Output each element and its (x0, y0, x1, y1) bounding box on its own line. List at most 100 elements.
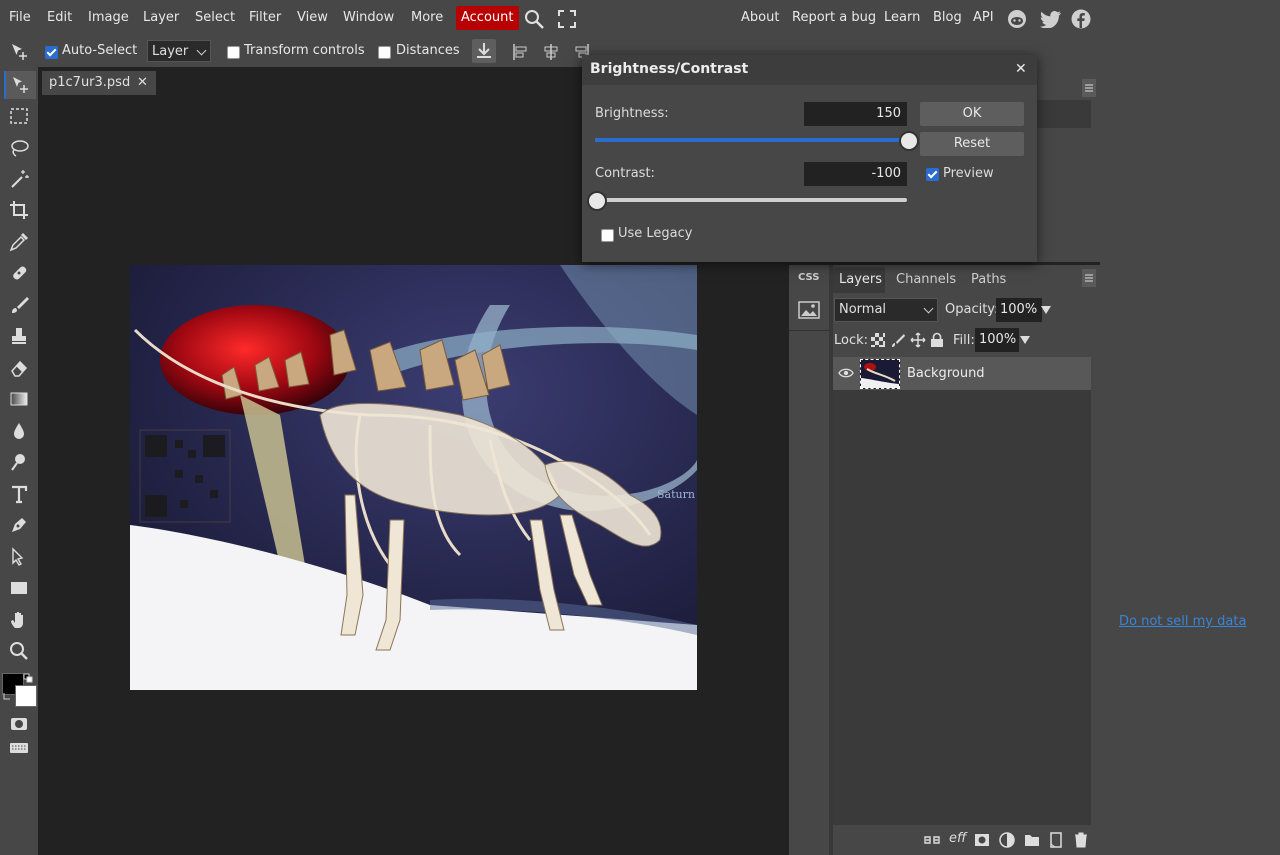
blend-mode-select[interactable]: Normal (834, 298, 938, 322)
dialog-close-icon[interactable]: ✕ (1015, 61, 1027, 77)
reddit-icon[interactable] (1007, 9, 1027, 29)
facebook-icon[interactable] (1071, 9, 1091, 29)
layers-panel-menu-icon[interactable] (1082, 269, 1096, 287)
layer-effects-icon[interactable]: eff (949, 831, 966, 846)
reset-colors-icon[interactable] (2, 691, 14, 703)
new-layer-icon[interactable] (1048, 832, 1064, 848)
bandage-icon (13, 266, 27, 280)
zoom-tool[interactable] (4, 637, 34, 665)
ok-button[interactable]: OK (920, 102, 1024, 126)
healing-brush-tool[interactable] (4, 259, 34, 287)
preview-checkbox[interactable] (926, 168, 939, 181)
visibility-eye-icon[interactable] (838, 367, 854, 379)
crop-tool[interactable] (4, 196, 34, 224)
brightness-slider-track[interactable] (595, 138, 907, 142)
fill-dropdown-icon[interactable] (1020, 335, 1030, 345)
link-learn[interactable]: Learn (884, 10, 920, 25)
reset-button[interactable]: Reset (920, 132, 1024, 156)
twitter-icon[interactable] (1040, 10, 1062, 28)
align-left-icon[interactable] (512, 43, 530, 61)
account-button[interactable]: Account (456, 6, 519, 30)
opacity-input[interactable]: 100% (996, 298, 1042, 322)
menu-image[interactable]: Image (88, 10, 129, 25)
auto-select-target-select[interactable]: Layer (147, 40, 211, 62)
hand-tool[interactable] (4, 606, 34, 634)
distances-label: Distances (396, 43, 460, 58)
menu-more[interactable]: More (411, 10, 443, 25)
menu-view[interactable]: View (297, 10, 328, 25)
blur-tool[interactable] (4, 417, 34, 445)
swap-colors-icon[interactable] (22, 672, 34, 684)
transform-controls-checkbox[interactable] (227, 46, 240, 59)
menu-window[interactable]: Window (343, 10, 394, 25)
path-select-tool[interactable] (4, 543, 34, 571)
eraser-tool[interactable] (4, 354, 34, 382)
clone-stamp-tool[interactable] (4, 322, 34, 350)
canvas-image[interactable]: Saturn (130, 265, 697, 690)
do-not-sell-link[interactable]: Do not sell my data (1119, 614, 1246, 629)
align-center-icon[interactable] (542, 43, 560, 61)
gradient-tool[interactable] (4, 385, 34, 413)
saturn-label: Saturn (657, 488, 695, 501)
lock-transparency-icon[interactable] (871, 333, 885, 347)
link-api[interactable]: API (973, 10, 994, 25)
menu-file[interactable]: File (9, 10, 31, 25)
link-about[interactable]: About (741, 10, 779, 25)
tab-channels[interactable]: Channels (896, 272, 956, 287)
new-folder-icon[interactable] (1024, 833, 1040, 847)
type-tool[interactable] (4, 480, 34, 508)
download-button[interactable] (472, 39, 496, 63)
contrast-input[interactable]: -100 (804, 162, 907, 186)
layer-name: Background (907, 366, 985, 381)
lasso-tool[interactable] (4, 134, 34, 162)
adjustment-layer-icon[interactable] (999, 832, 1015, 848)
link-report-bug[interactable]: Report a bug (792, 10, 876, 25)
menu-select[interactable]: Select (195, 10, 235, 25)
search-icon[interactable] (524, 9, 546, 29)
tab-layers[interactable]: Layers (839, 272, 882, 287)
document-tab[interactable]: p1c7ur3.psd ✕ (42, 71, 156, 95)
marquee-icon (10, 108, 28, 124)
dialog-titlebar[interactable]: Brightness/Contrast ✕ (582, 55, 1037, 85)
panel-menu-icon[interactable] (1082, 79, 1096, 97)
marquee-tool[interactable] (4, 102, 34, 130)
close-tab-icon[interactable]: ✕ (137, 75, 148, 90)
delete-layer-icon[interactable] (1074, 832, 1088, 848)
opacity-dropdown-icon[interactable] (1041, 305, 1051, 315)
lock-pixels-icon[interactable] (891, 333, 905, 347)
menu-edit[interactable]: Edit (47, 10, 72, 25)
link-layers-icon[interactable] (924, 833, 940, 847)
lock-position-icon[interactable] (910, 332, 926, 348)
image-icon[interactable] (798, 301, 820, 319)
layer-row[interactable]: Background (833, 357, 1091, 390)
brightness-slider-handle[interactable] (899, 131, 919, 151)
lock-all-icon[interactable] (930, 332, 944, 348)
auto-select-checkbox[interactable] (45, 46, 58, 59)
quick-mask-icon (11, 718, 27, 730)
fill-input[interactable]: 100% (975, 328, 1019, 352)
eyedropper-icon (9, 233, 28, 252)
menu-filter[interactable]: Filter (249, 10, 281, 25)
brightness-input[interactable]: 150 (804, 102, 907, 126)
magic-wand-tool[interactable] (4, 165, 34, 193)
pen-tool[interactable] (4, 511, 34, 539)
use-legacy-checkbox[interactable] (601, 229, 614, 242)
contrast-slider-handle[interactable] (587, 191, 607, 211)
distances-checkbox[interactable] (378, 46, 391, 59)
contrast-slider-track[interactable] (595, 198, 907, 202)
preview-label: Preview (943, 166, 994, 181)
shape-tool[interactable] (4, 574, 34, 602)
dodge-tool[interactable] (4, 448, 34, 476)
menu-layer[interactable]: Layer (143, 10, 179, 25)
eyedropper-tool[interactable] (4, 228, 34, 256)
add-mask-icon[interactable] (974, 833, 990, 847)
background-color-swatch[interactable] (15, 685, 37, 707)
tab-paths[interactable]: Paths (971, 272, 1006, 287)
fullscreen-icon[interactable] (558, 10, 576, 28)
link-blog[interactable]: Blog (933, 10, 962, 25)
move-tool[interactable] (4, 71, 36, 99)
brush-tool[interactable] (4, 291, 34, 319)
magic-wand-icon (11, 170, 29, 188)
css-icon[interactable]: CSS (798, 272, 819, 283)
keyboard-button[interactable] (4, 734, 34, 762)
